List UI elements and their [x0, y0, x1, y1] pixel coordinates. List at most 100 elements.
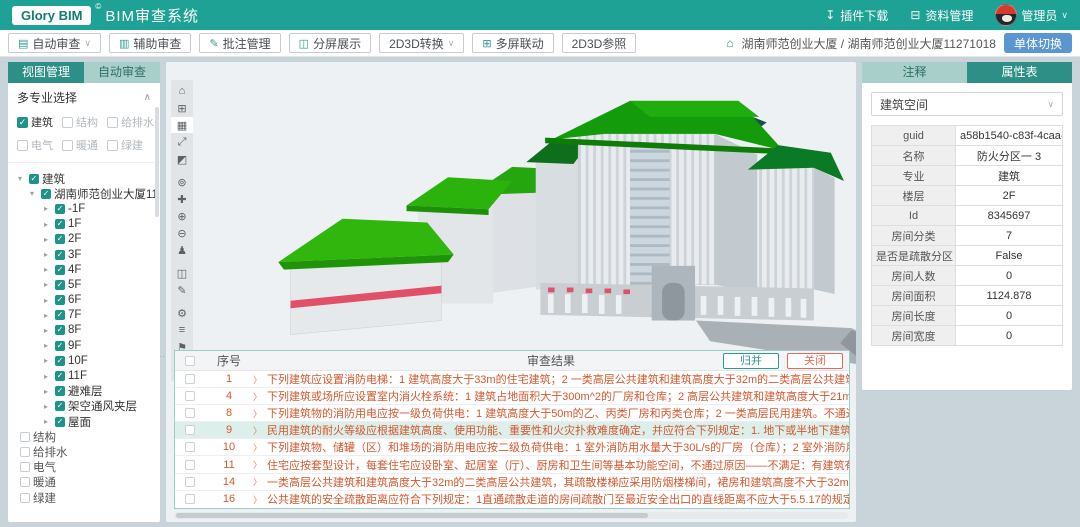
tree-node-floor-1F[interactable]: ▸✓1F: [14, 217, 158, 232]
tab-annotation[interactable]: 注释: [862, 62, 967, 83]
tree-node-绿建[interactable]: 绿建: [14, 490, 158, 505]
view-cube-icon[interactable]: ⊞: [171, 100, 193, 116]
expand-caret-icon[interactable]: 〉: [253, 373, 262, 386]
select-all-checkbox[interactable]: [185, 356, 195, 366]
tree-node-电气[interactable]: 电气: [14, 460, 158, 475]
orbit-icon[interactable]: ⊚: [171, 174, 193, 190]
left-scrollbar[interactable]: [155, 107, 159, 217]
collapse-icon[interactable]: ∧: [144, 92, 151, 103]
row-checkbox[interactable]: [185, 442, 195, 452]
checkbox-checked-icon[interactable]: ✓: [55, 356, 65, 366]
close-button[interactable]: 关闭: [787, 353, 843, 369]
toolbar-button-2D3D参照[interactable]: 2D3D参照: [562, 33, 637, 53]
checkbox-icon[interactable]: [20, 493, 30, 503]
tree-caret-icon[interactable]: ▸: [44, 265, 52, 274]
result-row[interactable]: 10〉下列建筑物、储罐（区）和堆场的消防用电应按二级负荷供电：1 室外消防用水量…: [175, 439, 849, 456]
tree-node-floor-架空通风夹层[interactable]: ▸✓架空通风夹层: [14, 399, 158, 414]
expand-caret-icon[interactable]: 〉: [253, 493, 262, 506]
tree-node-floor-4F[interactable]: ▸✓4F: [14, 262, 158, 277]
discipline-电气[interactable]: 电气: [17, 137, 62, 153]
section-box-icon[interactable]: ◫: [171, 265, 193, 281]
tree-node-floor-5F[interactable]: ▸✓5F: [14, 277, 158, 292]
fit-view-icon[interactable]: ⤢: [171, 134, 193, 150]
tree-caret-icon[interactable]: ▸: [44, 204, 52, 213]
checkbox-icon[interactable]: [107, 117, 118, 128]
tree-node-floor-屋面[interactable]: ▸✓屋面: [14, 414, 158, 429]
row-checkbox[interactable]: [185, 460, 195, 470]
checkbox-checked-icon[interactable]: ✓: [17, 117, 28, 128]
discipline-暖通[interactable]: 暖通: [62, 137, 107, 153]
toolbar-button-分屏展示[interactable]: ◫分屏展示: [289, 33, 371, 53]
tree-node-floor-2F[interactable]: ▸✓2F: [14, 232, 158, 247]
checkbox-checked-icon[interactable]: ✓: [55, 250, 65, 260]
tab-auto-review[interactable]: 自动审查: [84, 62, 160, 83]
zoom-in-icon[interactable]: ⊕: [171, 208, 193, 224]
tree-caret-icon[interactable]: ▸: [44, 341, 52, 350]
tree-node-floor-10F[interactable]: ▸✓10F: [14, 353, 158, 368]
left-resize-grip[interactable]: ⋮: [162, 352, 165, 360]
row-checkbox[interactable]: [185, 477, 195, 487]
tree-node-floor-8F[interactable]: ▸✓8F: [14, 323, 158, 338]
row-checkbox[interactable]: [185, 408, 195, 418]
toolbar-button-辅助审查[interactable]: ▥辅助审查: [109, 33, 191, 53]
measure-icon[interactable]: ✎: [171, 282, 193, 298]
tree-caret-icon[interactable]: ▸: [44, 250, 52, 259]
tree-node-floor--1F[interactable]: ▸✓-1F: [14, 201, 158, 216]
tree-node-结构[interactable]: 结构: [14, 429, 158, 444]
checkbox-checked-icon[interactable]: ✓: [55, 280, 65, 290]
tree-node-floor-3F[interactable]: ▸✓3F: [14, 247, 158, 262]
checkbox-icon[interactable]: [20, 447, 30, 457]
settings-icon[interactable]: ⚙: [171, 305, 193, 321]
expand-caret-icon[interactable]: 〉: [253, 441, 262, 454]
checkbox-checked-icon[interactable]: ✓: [55, 401, 65, 411]
element-type-select[interactable]: 建筑空间 ∨: [871, 92, 1063, 116]
tree-caret-icon[interactable]: ▸: [44, 387, 52, 396]
checkbox-checked-icon[interactable]: ✓: [55, 341, 65, 351]
fill-color-icon[interactable]: ◩: [171, 151, 193, 167]
row-checkbox[interactable]: [185, 494, 195, 504]
checkbox-checked-icon[interactable]: ✓: [55, 371, 65, 381]
tree-node-floor-9F[interactable]: ▸✓9F: [14, 338, 158, 353]
checkbox-checked-icon[interactable]: ✓: [29, 174, 39, 184]
horizontal-scrollbar[interactable]: [174, 512, 848, 519]
checkbox-checked-icon[interactable]: ✓: [55, 219, 65, 229]
tree-caret-icon[interactable]: ▸: [44, 235, 52, 244]
tree-caret-icon[interactable]: ▸: [44, 296, 52, 305]
checkbox-checked-icon[interactable]: ✓: [55, 295, 65, 305]
checkbox-checked-icon[interactable]: ✓: [55, 417, 65, 427]
expand-caret-icon[interactable]: 〉: [253, 475, 262, 488]
building-model[interactable]: [201, 64, 856, 364]
checkbox-checked-icon[interactable]: ✓: [55, 204, 65, 214]
tree-caret-icon[interactable]: ▾: [30, 189, 38, 198]
tree-node-floor-11F[interactable]: ▸✓11F: [14, 368, 158, 383]
tree-node-暖通[interactable]: 暖通: [14, 475, 158, 490]
tab-view-management[interactable]: 视图管理: [8, 62, 84, 83]
toolbar-button-自动审查[interactable]: ▤自动审查∨: [8, 33, 101, 53]
result-row[interactable]: 4〉下列建筑或场所应设置室内消火栓系统：1 建筑占地面积大于300m^2的厂房和…: [175, 388, 849, 405]
expand-caret-icon[interactable]: 〉: [253, 407, 262, 420]
expand-caret-icon[interactable]: 〉: [253, 424, 262, 437]
checkbox-icon[interactable]: [62, 117, 73, 128]
home-icon[interactable]: ⌂: [171, 83, 193, 99]
checkbox-icon[interactable]: [17, 140, 28, 151]
result-row[interactable]: 11〉住宅应按套型设计，每套住宅应设卧室、起居室（厅）、厨房和卫生间等基本功能空…: [175, 456, 849, 473]
horizontal-scrollbar-thumb[interactable]: [176, 513, 648, 518]
result-row[interactable]: 8〉下列建筑物的消防用电应按一级负荷供电：1 建筑高度大于50m的乙、丙类厂房和…: [175, 405, 849, 422]
checkbox-icon[interactable]: [107, 140, 118, 151]
tab-property-table[interactable]: 属性表: [967, 62, 1072, 83]
tree-node-floor-7F[interactable]: ▸✓7F: [14, 308, 158, 323]
zoom-out-icon[interactable]: ⊖: [171, 225, 193, 241]
tree-node-model[interactable]: ▾✓湖南师范创业大厦11271018_c5: [14, 186, 158, 201]
tree-caret-icon[interactable]: ▸: [44, 417, 52, 426]
viewer-3d[interactable]: ⌂⊞▦⤢◩⊚✚⊕⊖♟◫✎⚙≡⚑⤡: [166, 62, 856, 522]
row-checkbox[interactable]: [185, 391, 195, 401]
discipline-绿建[interactable]: 绿建: [107, 137, 154, 153]
walk-icon[interactable]: ♟: [171, 242, 193, 258]
merge-button[interactable]: 归并: [723, 353, 779, 369]
checkbox-checked-icon[interactable]: ✓: [55, 386, 65, 396]
tree-caret-icon[interactable]: ▸: [44, 372, 52, 381]
checkbox-checked-icon[interactable]: ✓: [55, 310, 65, 320]
tree-caret-icon[interactable]: ▸: [44, 326, 52, 335]
user-avatar[interactable]: [995, 4, 1017, 26]
toolbar-button-2D3D转换[interactable]: 2D3D转换∨: [379, 33, 464, 53]
